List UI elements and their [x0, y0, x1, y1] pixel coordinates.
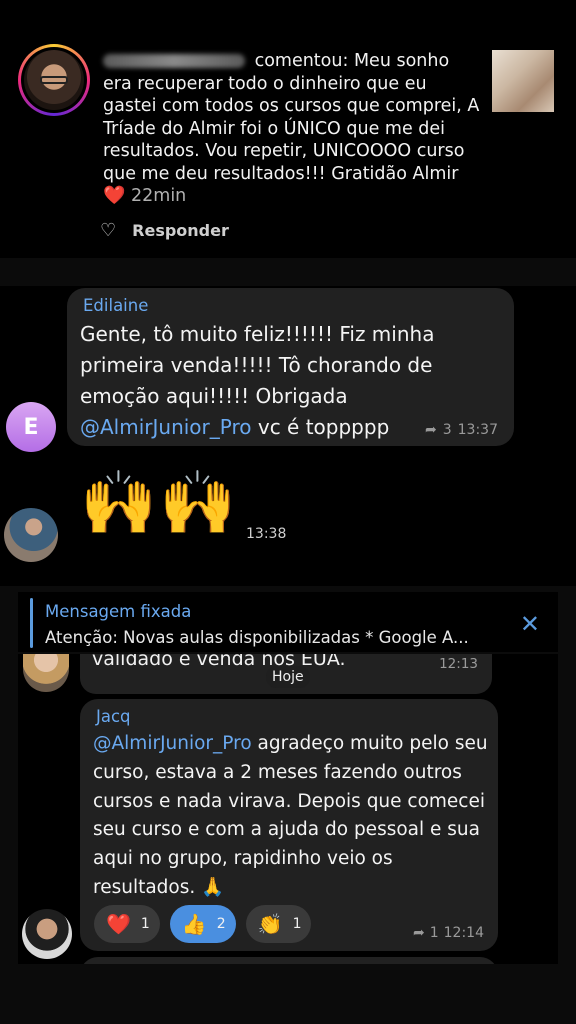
next-message-bubble[interactable]	[80, 957, 498, 964]
reply-count: 3	[442, 422, 452, 438]
message-bubble[interactable]: Jacq @AlmirJunior_Pro agradeço muito pel…	[80, 699, 498, 951]
reaction-count: 1	[140, 916, 150, 932]
reaction-count: 2	[216, 916, 226, 932]
sender-name[interactable]: Edilaine	[83, 296, 148, 315]
heart-outline-icon[interactable]: ♡	[100, 220, 116, 241]
divider	[0, 258, 576, 286]
post-thumbnail[interactable]	[492, 50, 554, 112]
commenter-avatar[interactable]	[18, 44, 90, 116]
reply-arrow-icon: ➦	[412, 925, 425, 941]
pinned-title: Mensagem fixada	[45, 602, 192, 621]
heart-icon: ❤️	[106, 912, 131, 936]
heart-emoji: ❤️	[103, 185, 126, 206]
reply-arrow-icon: ➦	[424, 422, 437, 438]
emoji-message-time: 13:38	[246, 526, 287, 542]
chat-area: validado e venda nos EUA. 12:13 Hoje Jac…	[18, 654, 558, 964]
previous-message-time: 12:13	[439, 656, 478, 672]
reply-count: 1	[429, 925, 439, 941]
mention-link[interactable]: @AlmirJunior_Pro	[93, 733, 252, 754]
date-chip: Hoje	[266, 666, 310, 688]
pinned-text: Atenção: Novas aulas disponibilizadas * …	[45, 628, 469, 647]
comment-prefix: comentou:	[254, 51, 349, 71]
instagram-comment-panel: comentou: Meu sonho era recuperar todo o…	[0, 30, 576, 258]
comment-actions: ♡ Responder	[100, 220, 229, 241]
message-body: Gente, tô muito feliz!!!!!! Fiz minha pr…	[80, 322, 435, 408]
message-time: 12:14	[443, 925, 484, 941]
blurred-username[interactable]	[103, 54, 245, 68]
avatar[interactable]	[23, 654, 69, 692]
message-time: 13:37	[457, 422, 498, 438]
close-icon[interactable]: ✕	[520, 610, 540, 638]
reaction-count: 1	[292, 916, 302, 932]
thumbs-up-icon: 👍	[181, 912, 207, 936]
comment-body: comentou: Meu sonho era recuperar todo o…	[103, 50, 483, 208]
reaction-heart[interactable]: ❤️ 1	[94, 905, 160, 943]
message-meta: ➦ 3 13:37	[425, 422, 498, 438]
avatar[interactable]: E	[6, 402, 56, 452]
message-text: @AlmirJunior_Pro agradeço muito pelo seu…	[93, 730, 493, 903]
chat-screenshot-2: Mensagem fixada Atenção: Novas aulas dis…	[0, 586, 576, 1024]
message-meta: ➦ 1 12:14	[413, 925, 484, 941]
reply-button[interactable]: Responder	[132, 221, 229, 240]
reactions-row: ❤️ 1 👍 2 👏 1	[94, 905, 312, 943]
previous-message-text: validado e venda nos EUA.	[92, 654, 346, 670]
avatar[interactable]	[22, 909, 72, 959]
message-body: agradeço muito pelo seu curso, estava a …	[93, 733, 488, 898]
message-bubble[interactable]: Edilaine Gente, tô muito feliz!!!!!! Fiz…	[67, 288, 514, 446]
comment-time: 22min	[131, 186, 187, 206]
avatar[interactable]	[4, 508, 58, 562]
sender-name[interactable]: Jacq	[96, 707, 131, 726]
reaction-clap[interactable]: 👏 1	[245, 905, 312, 943]
pinned-message-bar[interactable]: Mensagem fixada Atenção: Novas aulas dis…	[18, 592, 558, 652]
emoji-message[interactable]: 🙌🙌	[80, 468, 238, 538]
reaction-thumbs-up[interactable]: 👍 2	[169, 905, 236, 943]
divider	[0, 1004, 576, 1024]
clapping-hands-icon: 👏	[257, 912, 283, 936]
message-suffix: vc é toppppp	[251, 415, 390, 439]
mention-link[interactable]: @AlmirJunior_Pro	[80, 415, 252, 439]
pinned-accent-bar	[30, 598, 33, 648]
chat-screenshot-1: Edilaine Gente, tô muito feliz!!!!!! Fiz…	[0, 286, 576, 586]
